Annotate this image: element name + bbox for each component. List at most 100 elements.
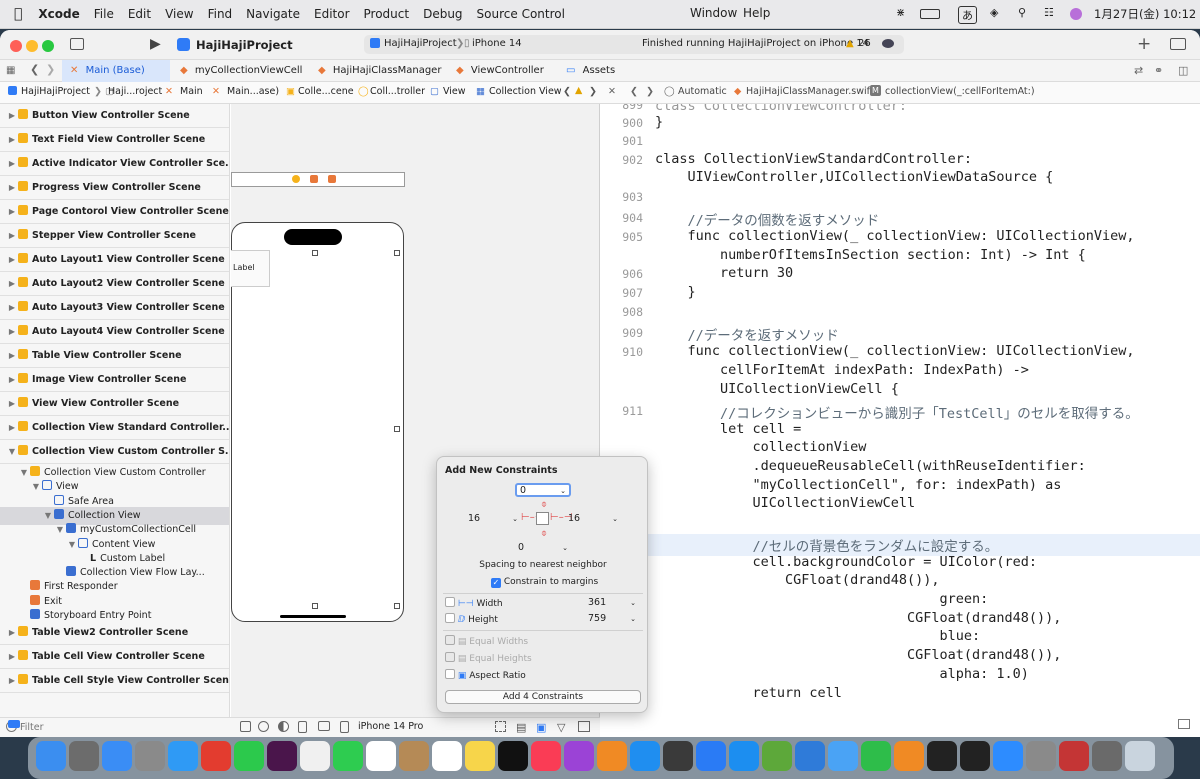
bottom-strut-icon[interactable]: ⌽ — [541, 528, 547, 539]
outline-scene[interactable]: ▶ Table Cell Style View Controller Scene — [0, 669, 229, 694]
add-constraints-button[interactable]: Add 4 Constraints — [445, 690, 641, 704]
chevron-right-icon[interactable]: ▶ — [6, 368, 18, 392]
zoom-window-button[interactable] — [42, 40, 54, 52]
outline-scene[interactable]: ▶ Auto Layout1 View Controller Scene — [0, 248, 229, 272]
checkmark-icon[interactable]: ✓ — [491, 578, 501, 588]
forward-icon[interactable]: ❯ — [46, 63, 55, 76]
align-icon[interactable]: ▤ — [516, 721, 526, 734]
breadcrumb-scene[interactable]: Colle...cene — [298, 86, 354, 97]
tab-hajihajiclassmanager[interactable]: ◆ HajiHajiClassManager — [314, 60, 442, 82]
close-editor-icon[interactable]: ✕ — [608, 86, 616, 97]
resize-handle[interactable] — [394, 603, 400, 609]
chevron-down-icon[interactable]: ⌄ — [630, 597, 636, 609]
warning-icon[interactable]: ▲ — [575, 85, 582, 96]
chevron-down-icon[interactable]: ⌄ — [512, 513, 518, 525]
appearance-icon[interactable] — [278, 721, 289, 732]
equal-widths-row[interactable]: ▤ Equal Widths — [445, 635, 528, 647]
menu-find[interactable]: Find — [208, 7, 233, 21]
terminal-alt-icon[interactable] — [927, 741, 957, 771]
grid-icon[interactable]: ▦ — [6, 65, 15, 76]
music-icon[interactable] — [531, 741, 561, 771]
breadcrumb-main[interactable]: Main — [180, 86, 203, 97]
breadcrumb-method[interactable]: collectionView(_:cellForItemAt:) — [885, 86, 1035, 97]
outline-scene[interactable]: ▶ Stepper View Controller Scene — [0, 224, 229, 248]
menu-editor[interactable]: Editor — [314, 7, 350, 21]
debug-area-icon[interactable] — [8, 720, 20, 728]
resize-handle[interactable] — [312, 603, 318, 609]
reminders-icon[interactable] — [432, 741, 462, 771]
top-constraint-field[interactable]: 0 ⌄ — [515, 483, 571, 497]
warning-count[interactable]: 26 — [858, 38, 871, 49]
aspect-ratio-checkbox[interactable] — [445, 669, 455, 679]
first-responder-icon[interactable] — [310, 175, 318, 183]
launchpad-icon[interactable] — [69, 741, 99, 771]
height-field[interactable]: 759 ⌄ — [585, 613, 639, 627]
scene-dock[interactable] — [231, 172, 405, 187]
wifi-icon[interactable]: ◈ — [990, 6, 998, 19]
battery-icon[interactable] — [920, 9, 940, 19]
back-icon[interactable]: ❮ — [630, 86, 638, 97]
tab-viewcontroller[interactable]: ◆ ViewController — [452, 60, 562, 82]
controller-icon[interactable] — [292, 175, 300, 183]
outline-scene[interactable]: ▶ Auto Layout3 View Controller Scene — [0, 296, 229, 320]
menu-file[interactable]: File — [94, 7, 114, 21]
minimize-window-button[interactable] — [26, 40, 38, 52]
inspector-toggle-icon[interactable] — [1170, 38, 1186, 50]
apple-tv-icon[interactable] — [498, 741, 528, 771]
outline-scene[interactable]: ▶ Collection View Standard Controller... — [0, 416, 229, 440]
menu-source-control[interactable]: Source Control — [477, 7, 565, 21]
back-icon[interactable]: ❮ — [30, 63, 39, 76]
bottom-constraint-field[interactable]: 0 ⌄ — [515, 542, 571, 556]
breadcrumb-group[interactable]: Haji...roject — [108, 86, 162, 97]
breadcrumb-main-base[interactable]: Main...ase) — [227, 86, 279, 97]
simulator-icon[interactable] — [663, 741, 693, 771]
constrain-margins-checkbox[interactable]: ✓ Constrain to margins — [491, 577, 598, 588]
chevron-right-icon[interactable]: ▶ — [6, 128, 18, 152]
trash-icon[interactable] — [1125, 741, 1155, 771]
chevron-right-icon[interactable]: ▶ — [6, 176, 18, 200]
update-frames-icon[interactable] — [495, 721, 506, 732]
width-field[interactable]: 361 ⌄ — [585, 597, 639, 611]
vscode-icon[interactable] — [795, 741, 825, 771]
line-icon[interactable] — [234, 741, 264, 771]
notes-icon[interactable] — [465, 741, 495, 771]
terminal-icon[interactable] — [960, 741, 990, 771]
device-name[interactable]: iPhone 14 Pro — [358, 721, 423, 732]
debug-toggle-icon[interactable] — [1178, 719, 1190, 729]
chevron-down-icon[interactable]: ⌄ — [630, 613, 636, 625]
issue-next-icon[interactable]: ❯ — [589, 86, 597, 97]
menu-app[interactable]: Xcode — [38, 7, 79, 21]
outline-scene[interactable]: ▶ Active Indicator View Controller Sce... — [0, 152, 229, 176]
outline-scene[interactable]: ▶ Table View2 Controller Scene — [0, 621, 229, 646]
chevron-right-icon[interactable]: ▶ — [6, 344, 18, 368]
spotlight-icon[interactable]: ⚲ — [1018, 6, 1026, 19]
menu-view[interactable]: View — [165, 7, 193, 21]
breadcrumb-automatic[interactable]: Automatic — [678, 86, 727, 97]
calendar-icon[interactable] — [366, 741, 396, 771]
slack-icon[interactable] — [267, 741, 297, 771]
resize-handle[interactable] — [394, 426, 400, 432]
breadcrumb-project[interactable]: HajiHajiProject — [21, 86, 90, 97]
kotoeri-icon[interactable] — [1059, 741, 1089, 771]
sidebar-toggle-icon[interactable] — [70, 38, 84, 50]
screenshot-icon[interactable] — [1092, 741, 1122, 771]
chevron-right-icon[interactable]: ▶ — [6, 645, 18, 669]
clock[interactable]: 1月27日(金) 10:12 — [1094, 6, 1196, 22]
height-checkbox[interactable] — [445, 613, 455, 623]
menu-navigate[interactable]: Navigate — [246, 7, 300, 21]
bluetooth-icon[interactable]: ⋇ — [896, 6, 905, 19]
resolve-issues-icon[interactable]: ▽ — [557, 721, 565, 734]
facetime-icon[interactable] — [333, 741, 363, 771]
outline-filter-input[interactable] — [20, 720, 220, 735]
width-row[interactable]: ⊢⊣ Width — [445, 597, 503, 609]
tab-assets[interactable]: ▭ Assets — [562, 60, 642, 82]
menu-help[interactable]: Help — [743, 6, 770, 20]
chevron-right-icon[interactable]: ▶ — [6, 248, 18, 272]
outline-scene[interactable]: ▶ Button View Controller Scene — [0, 104, 229, 128]
run-button[interactable]: ▶ — [150, 36, 161, 52]
code-editor[interactable]: 899 class CollectionViewController: 900}… — [601, 104, 1200, 737]
chevron-right-icon[interactable]: ▶ — [6, 320, 18, 344]
embed-icon[interactable] — [578, 721, 590, 732]
chevron-down-icon[interactable]: ⌄ — [560, 485, 566, 497]
dictionary-icon[interactable] — [1026, 741, 1056, 771]
